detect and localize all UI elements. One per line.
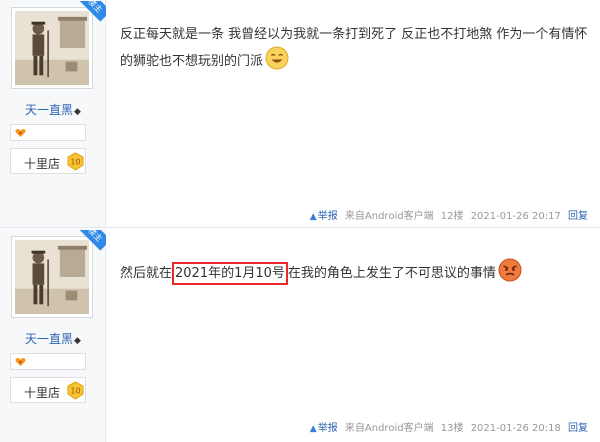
post-text-after: 在我的角色上发生了不可思议的事情 bbox=[287, 266, 496, 281]
floor-number: 12楼 bbox=[440, 211, 464, 222]
post-source: 来自Android客户端 bbox=[344, 423, 434, 434]
user-sidebar: 楼主 天一直黑◆ 十里店 10 bbox=[0, 0, 106, 227]
shop-label: 十里店 bbox=[24, 386, 61, 400]
smile-emoji-icon bbox=[265, 46, 289, 70]
post-content: 然后就在 2021年的1月10号 在我的角色上发生了不可思议的事情 bbox=[120, 258, 590, 285]
post-text-before: 然后就在 bbox=[120, 266, 173, 281]
user-sidebar: 楼主 天一直黑◆ 十里店 10 bbox=[0, 229, 106, 442]
favorite-box[interactable] bbox=[10, 353, 86, 370]
post-content: 反正每天就是一条 我曾经以为我就一条打到死了 反正也不打地煞 作为一个有情怀的狮… bbox=[120, 24, 590, 73]
post-source: 来自Android客户端 bbox=[344, 211, 434, 222]
avatar[interactable]: 楼主 bbox=[11, 230, 106, 318]
post-floor-13: 楼主 天一直黑◆ 十里店 10 然后就在 2021年的1月10号 在我的角色上发生了… bbox=[0, 229, 600, 442]
shop-box[interactable]: 十里店 10 bbox=[10, 148, 86, 174]
post-time: 2021-01-26 20:17 bbox=[470, 211, 561, 222]
post-text: 反正每天就是一条 我曾经以为我就一条打到死了 反正也不打地煞 作为一个有情怀的狮… bbox=[120, 27, 588, 69]
favorite-box[interactable] bbox=[10, 124, 86, 141]
post-time: 2021-01-26 20:18 bbox=[470, 423, 561, 434]
owner-ribbon: 楼主 bbox=[80, 1, 106, 27]
report-link[interactable]: 举报 bbox=[318, 211, 338, 222]
level-badge-value: 10 bbox=[70, 158, 80, 167]
favorite-icon bbox=[15, 129, 26, 137]
avatar-image bbox=[15, 11, 89, 85]
report-icon: ▲ bbox=[309, 212, 317, 222]
level-badge-icon: 10 bbox=[67, 152, 84, 171]
avatar[interactable]: 楼主 bbox=[11, 1, 106, 89]
post-floor-12: 楼主 天一直黑◆ 十里店 10 反正每天就是一条 我曾经以为我就一条打到死了 反… bbox=[0, 0, 600, 228]
highlighted-date: 2021年的1月10号 bbox=[172, 262, 288, 285]
username[interactable]: 天一直黑◆ bbox=[0, 330, 106, 347]
favorite-icon bbox=[15, 358, 26, 366]
post-meta: ▲举报 来自Android客户端 13楼 2021-01-26 20:18 回复 bbox=[306, 419, 588, 434]
diamond-icon: ◆ bbox=[74, 336, 81, 346]
reply-link[interactable]: 回复 bbox=[568, 423, 588, 434]
username[interactable]: 天一直黑◆ bbox=[0, 101, 106, 118]
report-icon: ▲ bbox=[309, 424, 317, 434]
diamond-icon: ◆ bbox=[74, 107, 81, 117]
report-link[interactable]: 举报 bbox=[318, 423, 338, 434]
shop-label: 十里店 bbox=[24, 157, 61, 171]
owner-ribbon-label: 楼主 bbox=[80, 230, 106, 251]
level-badge-icon: 10 bbox=[67, 381, 84, 400]
post-meta: ▲举报 来自Android客户端 12楼 2021-01-26 20:17 回复 bbox=[306, 207, 588, 222]
floor-number: 13楼 bbox=[440, 423, 464, 434]
avatar-image bbox=[15, 240, 89, 314]
shop-box[interactable]: 十里店 10 bbox=[10, 377, 86, 403]
username-label[interactable]: 天一直黑 bbox=[25, 103, 73, 117]
level-badge-value: 10 bbox=[70, 387, 80, 396]
username-label[interactable]: 天一直黑 bbox=[25, 332, 73, 346]
reply-link[interactable]: 回复 bbox=[568, 211, 588, 222]
angry-emoji-icon bbox=[498, 258, 522, 282]
owner-ribbon-label: 楼主 bbox=[80, 1, 106, 22]
owner-ribbon: 楼主 bbox=[80, 230, 106, 256]
